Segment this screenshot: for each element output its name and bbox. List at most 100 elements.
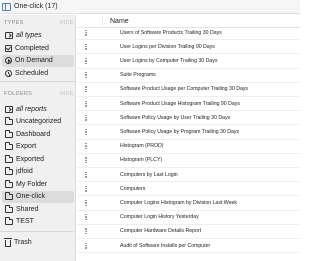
sidebar-window-icon [2, 2, 11, 11]
sidebar-item-label: My Folder [16, 180, 48, 188]
sidebar-item-export[interactable]: Export [2, 141, 74, 153]
sidebar-item-completed[interactable]: Completed [2, 43, 74, 55]
report-name: Audit of Software Installs per Computer [120, 242, 211, 249]
row-menu-icon[interactable] [82, 86, 90, 93]
list-item[interactable]: Computer Login History Yesterday [77, 211, 300, 225]
column-divider [102, 17, 103, 26]
list-item[interactable]: Histogram (PLCY) [77, 154, 300, 168]
sidebar-item-label: jdfoid [16, 168, 33, 176]
list-item[interactable]: Audit of Software Installs per Computer [77, 239, 300, 254]
row-menu-icon[interactable] [82, 43, 90, 50]
sidebar-item-label: Trash [14, 239, 32, 247]
report-name: User Logins per Division Trailing 90 Day… [120, 43, 215, 50]
sidebar: TYPES HIDE all types Completed On Demand… [0, 15, 76, 261]
title-bar: One-click (17) [0, 0, 300, 14]
sidebar-item-dashboard[interactable]: Dashboard [2, 129, 74, 141]
sidebar-item-label: Completed [15, 44, 49, 52]
folder-icon [5, 192, 13, 201]
list-item[interactable]: Suite Programs [77, 69, 300, 83]
report-name: Software Product Usage Histogram Trailin… [120, 100, 240, 107]
row-menu-icon[interactable] [82, 185, 90, 192]
sidebar-item-label: Exported [16, 155, 45, 163]
smart-folder-icon [5, 105, 13, 113]
row-menu-icon[interactable] [82, 29, 90, 36]
sidebar-item-one-click[interactable]: One-click [2, 191, 74, 203]
list-item[interactable]: Users of Software Products Trailing 30 D… [77, 26, 300, 41]
types-hide-button[interactable]: HIDE [60, 20, 74, 26]
report-name: Computer Login History Yesterday [120, 214, 199, 221]
row-menu-icon[interactable] [82, 157, 90, 164]
name-column-label: Name [110, 17, 129, 25]
sidebar-item-test[interactable]: TEST [2, 216, 74, 228]
report-name: Computer Logins Histogram by Division La… [120, 199, 237, 206]
sidebar-item-scheduled[interactable]: Scheduled [2, 68, 74, 80]
folder-icon [5, 117, 13, 126]
play-circle-icon [5, 57, 12, 65]
sidebar-item-label: One-click [16, 193, 46, 201]
section-divider [0, 231, 76, 232]
sidebar-item-my-folder[interactable]: My Folder [2, 179, 74, 191]
sidebar-item-label: On Demand [15, 57, 53, 65]
folder-icon [5, 142, 13, 151]
folders-header-label: FOLDERS [4, 90, 33, 97]
folders-hide-button[interactable]: HIDE [60, 91, 74, 97]
types-header-label: TYPES [4, 19, 24, 26]
report-name: Users of Software Products Trailing 30 D… [120, 29, 222, 36]
row-menu-icon[interactable] [82, 128, 90, 136]
sidebar-item-shared[interactable]: Shared [2, 204, 74, 216]
folder-icon [5, 129, 13, 138]
sidebar-item-label: Uncategorized [16, 118, 62, 126]
row-menu-icon[interactable] [82, 242, 90, 249]
list-item[interactable]: Software Product Usage Histogram Trailin… [77, 97, 300, 112]
list-item[interactable]: Software Policy Usage by Program Trailin… [77, 125, 300, 140]
row-menu-icon[interactable] [82, 171, 90, 178]
sidebar-item-uncategorized[interactable]: Uncategorized [2, 116, 74, 128]
list-item[interactable]: Computer Hardware Details Report [77, 225, 300, 239]
report-name: User Logins by Computer Trailing 30 Days [120, 57, 218, 64]
folder-icon [5, 204, 13, 213]
trash-icon [4, 237, 12, 247]
list-item[interactable]: Computers by Last Login [77, 168, 300, 183]
report-name: Software Policy Usage by Program Trailin… [120, 128, 240, 135]
smart-folder-icon [5, 32, 13, 40]
row-menu-icon[interactable] [82, 57, 90, 65]
row-menu-icon[interactable] [82, 100, 90, 107]
list-item[interactable]: User Logins by Computer Trailing 30 Days [77, 54, 300, 69]
report-name: Software Product Usage per Computer Trai… [120, 86, 249, 93]
list-item[interactable]: Software Policy Usage by User Trailing 3… [77, 111, 300, 126]
report-name: Computer Hardware Details Report [120, 228, 202, 235]
row-menu-icon[interactable] [82, 72, 90, 79]
list-item[interactable]: Histogram (PROD) [77, 140, 300, 154]
row-menu-icon[interactable] [82, 143, 90, 150]
sidebar-item-label: TEST [16, 218, 34, 226]
window-title: One-click (17) [14, 3, 58, 10]
list-item[interactable]: Software Product Usage per Computer Trai… [77, 83, 300, 97]
sidebar-item-label: all reports [16, 105, 47, 113]
folder-icon [5, 179, 13, 188]
sidebar-item-all-types[interactable]: all types [2, 30, 74, 42]
folder-icon [5, 217, 13, 226]
sidebar-item-exported[interactable]: Exported [2, 154, 74, 166]
sidebar-item-jdfoid[interactable]: jdfoid [2, 166, 74, 178]
list-item[interactable]: User Logins per Division Trailing 90 Day… [77, 40, 300, 55]
sidebar-item-trash[interactable]: Trash [2, 237, 74, 249]
report-name: Software Policy Usage by User Trailing 3… [120, 114, 231, 121]
list-item[interactable]: Computers [77, 182, 300, 197]
checkbox-icon [5, 44, 12, 52]
sidebar-item-label: Export [16, 143, 37, 151]
sidebar-item-on-demand[interactable]: On Demand [2, 55, 74, 67]
sidebar-item-label: Scheduled [15, 69, 49, 77]
report-name: Computers by Last Login [120, 171, 178, 178]
folder-icon [5, 167, 13, 176]
sidebar-item-label: Dashboard [16, 130, 51, 138]
sidebar-item-all-reports[interactable]: all reports [2, 104, 74, 116]
clock-icon [5, 69, 12, 77]
types-section-header: TYPES HIDE [4, 18, 74, 27]
list-item[interactable]: Computer Logins Histogram by Division La… [77, 196, 300, 211]
row-menu-icon[interactable] [82, 114, 90, 121]
folders-section-header: FOLDERS HIDE [4, 89, 74, 98]
row-menu-icon[interactable] [82, 214, 90, 221]
row-menu-icon[interactable] [82, 199, 90, 207]
row-menu-icon[interactable] [82, 228, 90, 235]
sidebar-item-label: all types [16, 32, 42, 40]
